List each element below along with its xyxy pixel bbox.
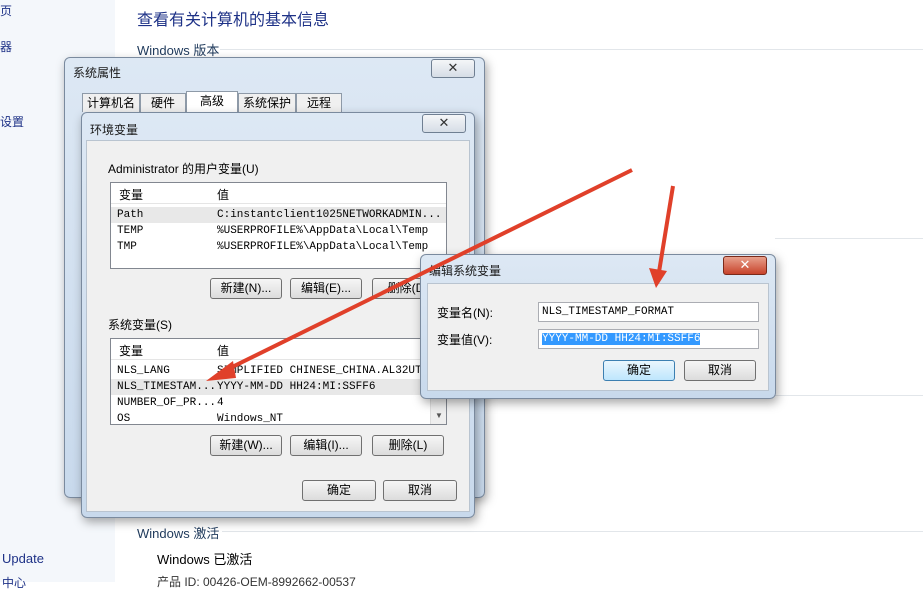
arrow-head-icon xyxy=(649,268,667,288)
annotation-arrow xyxy=(649,185,675,288)
arrow-head-icon xyxy=(206,361,236,381)
arrow-line xyxy=(221,168,633,374)
arrow-line xyxy=(657,185,675,273)
annotation-arrow xyxy=(206,168,633,381)
annotation-arrows xyxy=(206,168,675,381)
